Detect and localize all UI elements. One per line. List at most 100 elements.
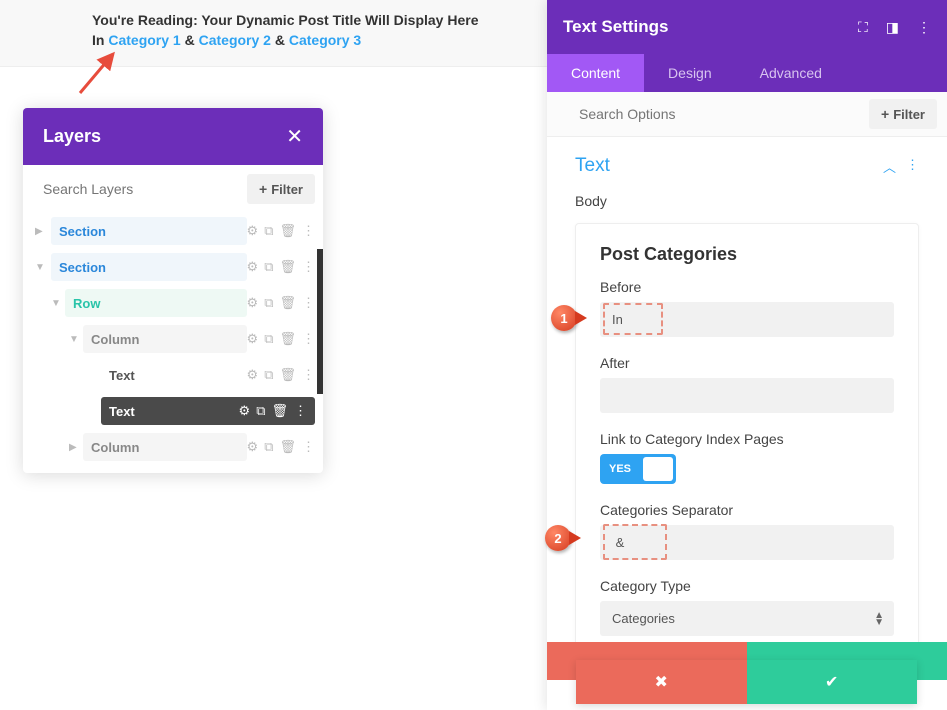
trash-icon[interactable]: 🗑 — [279, 259, 296, 275]
type-select[interactable]: Categories — [600, 601, 894, 636]
plus-icon: + — [881, 106, 889, 122]
layer-row-1[interactable]: ▼ Row ⚙⧉🗑⋮ — [23, 285, 323, 321]
filter-label: Filter — [893, 107, 925, 122]
dots-icon[interactable]: ⋮ — [917, 19, 931, 36]
after-label: After — [600, 355, 894, 371]
toggle-yes-label: YES — [600, 463, 640, 475]
actions-bar: ✖ ✔ — [576, 660, 917, 704]
duplicate-icon[interactable]: ⧉ — [264, 295, 273, 311]
after-input[interactable] — [600, 378, 894, 413]
gear-icon[interactable]: ⚙ — [239, 403, 251, 419]
toggle-knob — [643, 457, 673, 481]
tab-advanced[interactable]: Advanced — [736, 54, 846, 92]
dots-icon[interactable]: ⋮ — [302, 367, 315, 383]
trash-icon[interactable]: 🗑 — [279, 223, 296, 239]
preview-category-2[interactable]: Category 2 — [199, 32, 271, 48]
layers-search-input[interactable] — [39, 173, 239, 205]
preview-category-3[interactable]: Category 3 — [289, 32, 361, 48]
settings-filter-button[interactable]: + Filter — [869, 99, 937, 129]
section-actions: ︿ ⋮ — [883, 157, 919, 176]
filter-label: Filter — [271, 182, 303, 197]
preview-amp-2: & — [271, 32, 289, 48]
preview-category-1[interactable]: Category 1 — [108, 32, 180, 48]
layers-filter-button[interactable]: +Filter — [247, 174, 315, 204]
before-field: Before — [600, 279, 894, 337]
duplicate-icon[interactable]: ⧉ — [264, 367, 273, 383]
after-field: After — [600, 355, 894, 413]
settings-search-input[interactable] — [575, 98, 869, 130]
layers-panel: Layers ✕ +Filter ▶ Section ⚙⧉🗑⋮ ▼ Sectio… — [23, 108, 323, 473]
dots-icon[interactable]: ⋮ — [302, 295, 315, 311]
dots-icon[interactable]: ⋮ — [294, 403, 307, 419]
expand-icon[interactable]: ▶ — [69, 442, 83, 453]
layer-actions: ⚙ ⧉ 🗑 ⋮ — [247, 331, 315, 347]
duplicate-icon[interactable]: ⧉ — [264, 331, 273, 347]
gear-icon[interactable]: ⚙ — [247, 295, 259, 311]
header-actions: ⛶ ◨ ⋮ — [858, 19, 931, 36]
layer-label: Text — [109, 404, 135, 419]
layer-actions: ⚙ ⧉ 🗑 ⋮ — [247, 439, 315, 455]
layer-label: Section — [59, 224, 106, 239]
layer-label: Column — [91, 440, 139, 455]
layer-column-2[interactable]: ▶ Column ⚙ ⧉ 🗑 ⋮ — [23, 429, 323, 465]
link-toggle[interactable]: YES — [600, 454, 676, 484]
settings-header: Text Settings ⛶ ◨ ⋮ — [547, 0, 947, 54]
duplicate-icon[interactable]: ⧉ — [256, 403, 265, 419]
dots-icon[interactable]: ⋮ — [302, 439, 315, 455]
dots-icon[interactable]: ⋮ — [302, 223, 315, 239]
gear-icon[interactable]: ⚙ — [247, 259, 259, 275]
layer-actions: ⚙ ⧉ 🗑 ⋮ — [247, 367, 315, 383]
tab-design[interactable]: Design — [644, 54, 736, 92]
tab-content[interactable]: Content — [547, 54, 644, 92]
layer-text-2-active[interactable]: ▶ Text ⚙⧉🗑⋮ — [23, 393, 323, 429]
collapse-icon[interactable]: ▼ — [35, 262, 49, 273]
close-icon: ✖ — [655, 672, 668, 692]
layers-tree: ▶ Section ⚙⧉🗑⋮ ▼ Section ⚙⧉🗑⋮ ▼ Row ⚙⧉🗑⋮… — [23, 213, 323, 473]
layer-actions: ⚙ ⧉ 🗑 ⋮ — [239, 403, 307, 419]
trash-icon[interactable]: 🗑 — [279, 295, 296, 311]
layer-label: Text — [109, 368, 135, 383]
gear-icon[interactable]: ⚙ — [247, 223, 259, 239]
save-button[interactable]: ✔ — [747, 660, 918, 704]
duplicate-icon[interactable]: ⧉ — [264, 259, 273, 275]
post-categories-box: Post Categories Before After Link to Cat… — [575, 223, 919, 659]
collapse-icon[interactable]: ▼ — [69, 334, 83, 345]
expand-icon[interactable]: ⛶ — [858, 19, 868, 36]
before-label: Before — [600, 279, 894, 295]
layer-label: Section — [59, 260, 106, 275]
layer-text-1[interactable]: ▶ Text ⚙⧉🗑⋮ — [23, 357, 323, 393]
dock-icon[interactable]: ◨ — [886, 19, 899, 36]
layer-column-1[interactable]: ▼ Column ⚙⧉🗑⋮ — [23, 321, 323, 357]
check-icon: ✔ — [825, 672, 838, 692]
dots-icon[interactable]: ⋮ — [906, 157, 919, 176]
type-field: Category Type Categories ▲▼ — [600, 578, 894, 636]
dots-icon[interactable]: ⋮ — [302, 331, 315, 347]
settings-panel: Text Settings ⛶ ◨ ⋮ Content Design Advan… — [547, 0, 947, 710]
duplicate-icon[interactable]: ⧉ — [264, 439, 273, 455]
collapse-icon[interactable]: ▼ — [51, 298, 65, 309]
trash-icon[interactable]: 🗑 — [279, 439, 296, 455]
before-input[interactable] — [600, 302, 894, 337]
close-icon[interactable]: ✕ — [286, 124, 303, 149]
separator-label: Categories Separator — [600, 502, 894, 518]
layer-section-2[interactable]: ▼ Section ⚙ ⧉ 🗑 ⋮ — [23, 249, 323, 285]
dots-icon[interactable]: ⋮ — [302, 259, 315, 275]
chevron-up-icon[interactable]: ︿ — [883, 157, 896, 176]
separator-input[interactable] — [600, 525, 894, 560]
trash-icon[interactable]: 🗑 — [271, 403, 288, 419]
trash-icon[interactable]: 🗑 — [279, 331, 296, 347]
trash-icon[interactable]: 🗑 — [279, 367, 296, 383]
link-field: Link to Category Index Pages YES — [600, 431, 894, 484]
gear-icon[interactable]: ⚙ — [247, 367, 259, 383]
settings-title: Text Settings — [563, 17, 668, 37]
gear-icon[interactable]: ⚙ — [247, 331, 259, 347]
link-label: Link to Category Index Pages — [600, 431, 894, 447]
expand-icon[interactable]: ▶ — [35, 226, 49, 237]
settings-search-row: + Filter — [547, 92, 947, 137]
cancel-button[interactable]: ✖ — [576, 660, 747, 704]
layer-actions: ⚙ ⧉ 🗑 ⋮ — [247, 223, 315, 239]
duplicate-icon[interactable]: ⧉ — [264, 223, 273, 239]
settings-tabs: Content Design Advanced — [547, 54, 947, 92]
gear-icon[interactable]: ⚙ — [247, 439, 259, 455]
layer-section-1[interactable]: ▶ Section ⚙ ⧉ 🗑 ⋮ — [23, 213, 323, 249]
